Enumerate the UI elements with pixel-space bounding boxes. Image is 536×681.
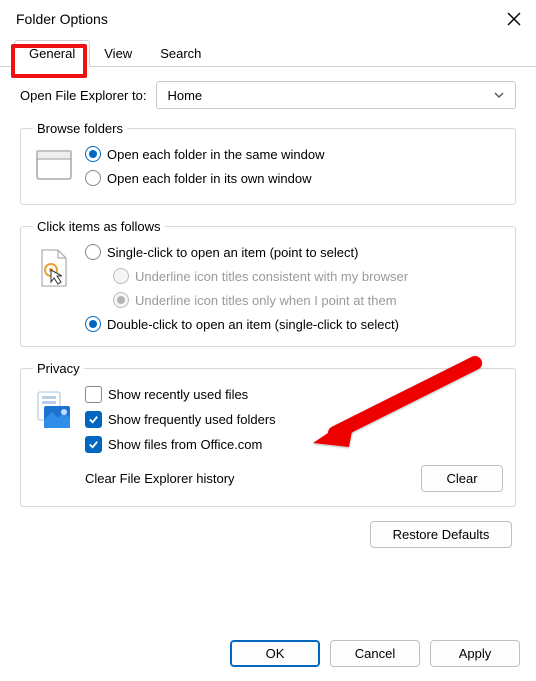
tab-search[interactable]: Search [146,41,215,66]
radio-label: Open each folder in the same window [107,147,325,162]
checkbox-icon [85,386,102,403]
radio-single-click[interactable]: Single-click to open an item (point to s… [85,244,503,260]
tab-strip: General View Search [0,38,536,67]
cancel-button[interactable]: Cancel [330,640,420,667]
radio-icon [85,316,101,332]
chevron-down-icon [493,89,505,101]
click-items-group: Click items as follows Single-click to o… [20,219,516,347]
privacy-files-icon [33,386,75,430]
radio-label: Underline icon titles consistent with my… [135,269,408,284]
radio-icon [113,268,129,284]
radio-underline-point: Underline icon titles only when I point … [113,292,503,308]
radio-label: Double-click to open an item (single-cli… [107,317,399,332]
tab-view[interactable]: View [90,41,146,66]
browse-folders-legend: Browse folders [33,121,127,136]
privacy-group: Privacy Show recently used files [20,361,516,507]
radio-label: Open each folder in its own window [107,171,312,186]
checkbox-office-files[interactable]: Show files from Office.com [85,436,503,453]
click-items-legend: Click items as follows [33,219,165,234]
radio-label: Underline icon titles only when I point … [135,293,397,308]
checkbox-label: Show frequently used folders [108,412,276,427]
browse-folders-group: Browse folders Open each folder in the s… [20,121,516,205]
clear-history-label: Clear File Explorer history [85,471,235,486]
dropdown-value: Home [167,88,202,103]
checkbox-icon [85,436,102,453]
radio-double-click[interactable]: Double-click to open an item (single-cli… [85,316,503,332]
radio-label: Single-click to open an item (point to s… [107,245,358,260]
restore-defaults-button[interactable]: Restore Defaults [370,521,512,548]
checkbox-icon [85,411,102,428]
file-click-icon [33,244,75,288]
checkbox-label: Show files from Office.com [108,437,262,452]
privacy-legend: Privacy [33,361,84,376]
apply-button[interactable]: Apply [430,640,520,667]
radio-icon [113,292,129,308]
clear-button[interactable]: Clear [421,465,503,492]
radio-underline-browser: Underline icon titles consistent with my… [113,268,503,284]
checkbox-frequent-folders[interactable]: Show frequently used folders [85,411,503,428]
open-file-explorer-to-dropdown[interactable]: Home [156,81,516,109]
radio-icon [85,170,101,186]
close-icon[interactable] [506,11,522,27]
checkbox-recent-files[interactable]: Show recently used files [85,386,503,403]
radio-icon [85,146,101,162]
window-icon [33,146,75,190]
radio-own-window[interactable]: Open each folder in its own window [85,170,503,186]
checkbox-label: Show recently used files [108,387,248,402]
tab-general[interactable]: General [14,40,90,67]
radio-same-window[interactable]: Open each folder in the same window [85,146,503,162]
radio-icon [85,244,101,260]
open-file-explorer-to-label: Open File Explorer to: [20,88,146,103]
ok-button[interactable]: OK [230,640,320,667]
dialog-title: Folder Options [16,11,108,27]
